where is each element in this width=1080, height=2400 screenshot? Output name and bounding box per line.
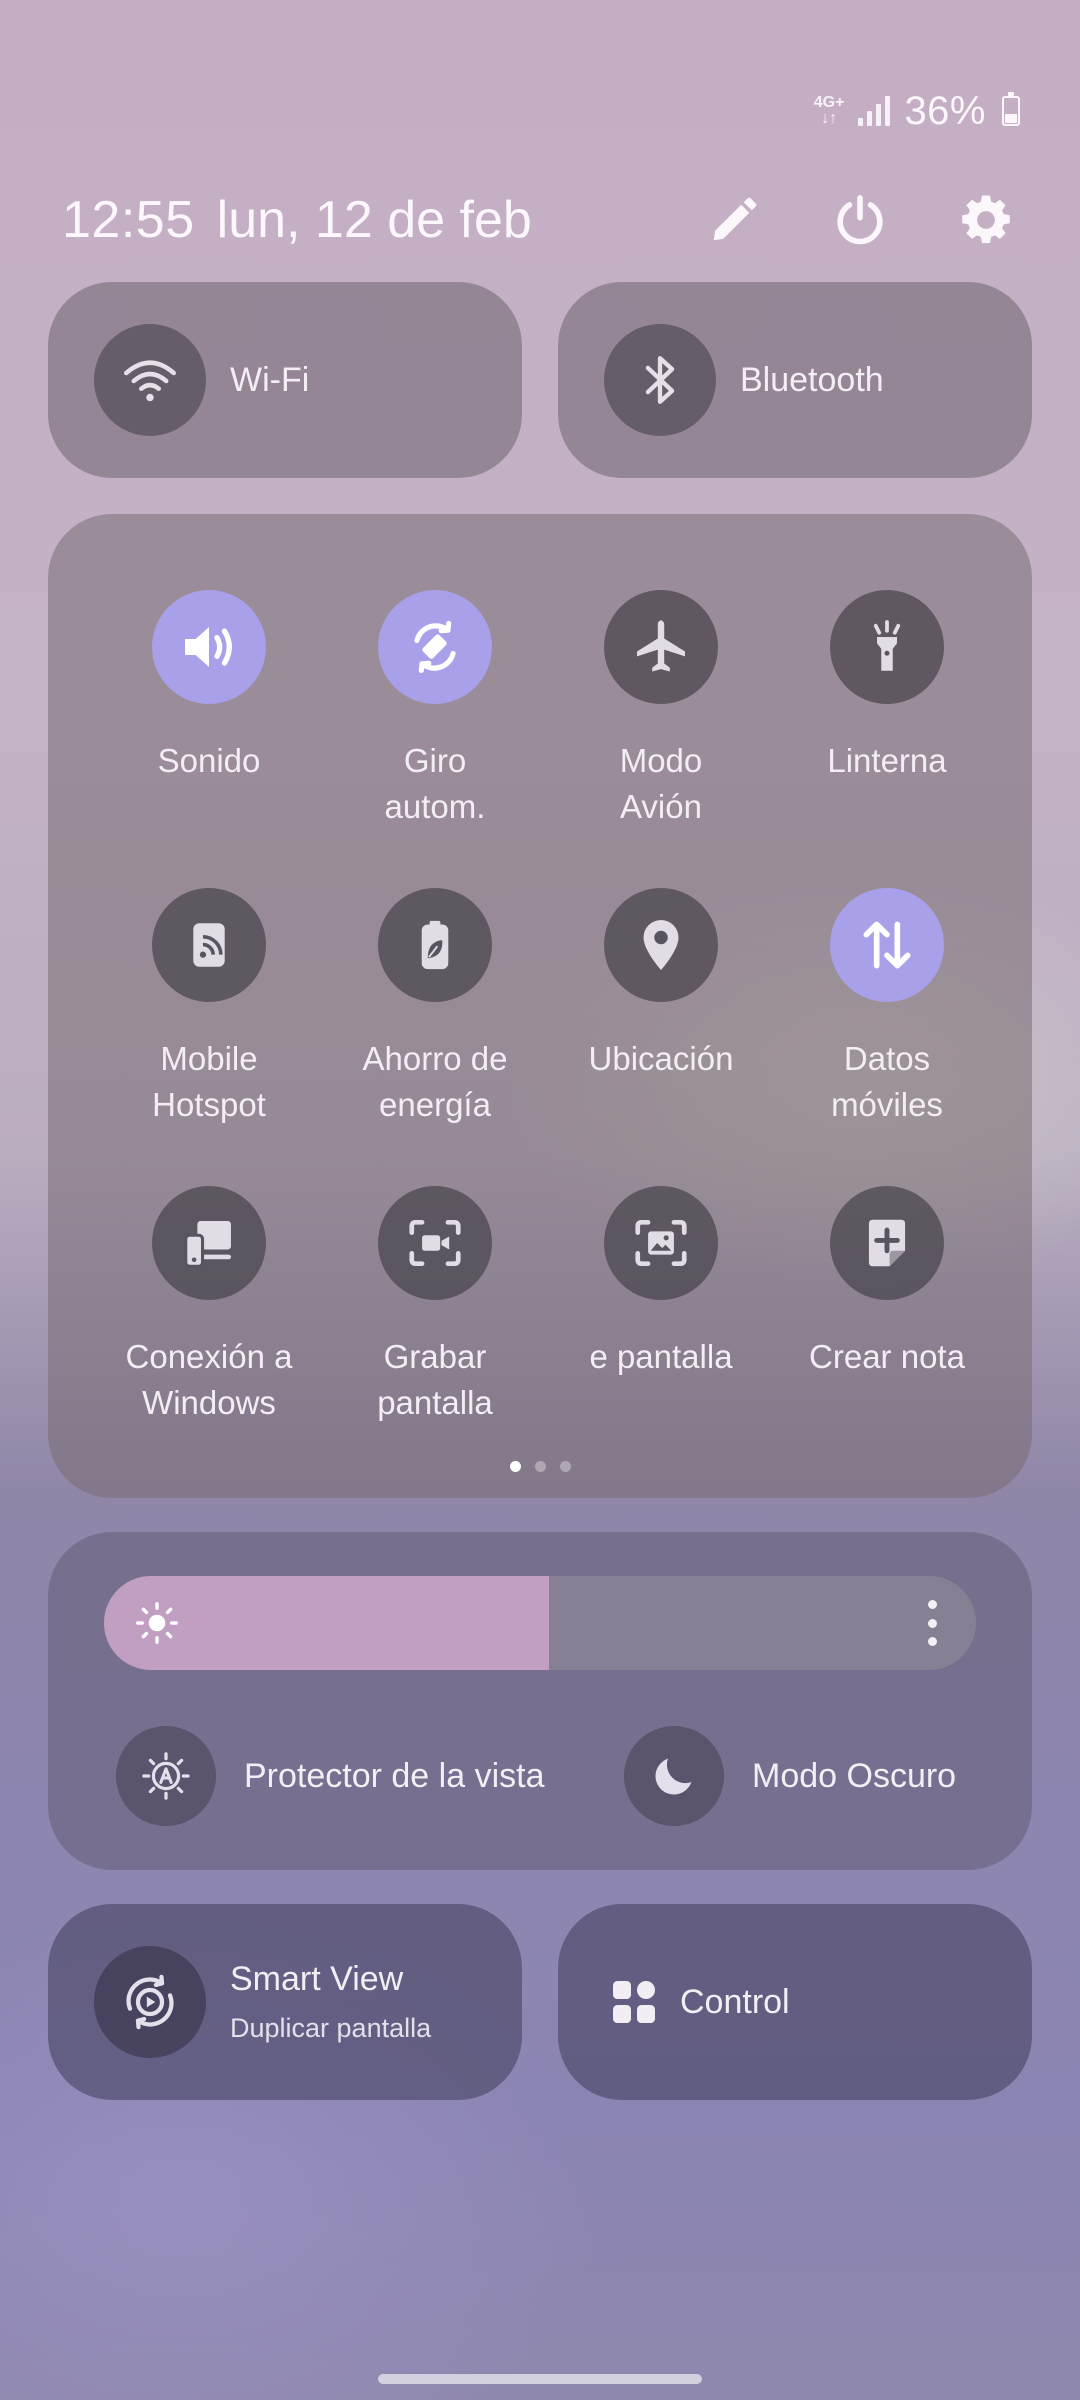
pencil-icon[interactable]: [702, 188, 766, 252]
dark-mode-label: Modo Oscuro: [752, 1756, 957, 1795]
qs-auto-rotate[interactable]: Giro autom.: [322, 590, 548, 830]
dark-mode-toggle[interactable]: Modo Oscuro: [624, 1726, 956, 1826]
qs-label: e pantalla: [589, 1338, 733, 1375]
gear-icon[interactable]: [954, 188, 1018, 252]
qs-airplane-mode[interactable]: Modo Avión: [548, 590, 774, 830]
qs-screenshot[interactable]: e pantalla: [548, 1186, 774, 1426]
bluetooth-icon: [604, 324, 716, 436]
qs-mobile-hotspot[interactable]: Mobile Hotspot: [96, 888, 322, 1128]
page-dot: [534, 1461, 546, 1472]
status-bar: 4G+ ↓↑ 36%: [814, 88, 1020, 134]
quick-settings-grid: Sonido Giro autom. Modo Avión Linterna M: [96, 590, 1000, 1426]
qs-create-note[interactable]: Crear nota: [774, 1186, 1000, 1426]
bluetooth-tile[interactable]: Bluetooth: [558, 282, 1032, 478]
header-actions: [702, 188, 1018, 252]
smart-view-icon: [94, 1946, 206, 2058]
auto-rotate-icon[interactable]: [378, 590, 492, 704]
qs-label: Giro autom.: [384, 742, 486, 825]
moon-icon: [624, 1726, 724, 1826]
network-arrows: ↓↑: [821, 110, 838, 127]
network-type-indicator: 4G+ ↓↑: [814, 95, 845, 127]
link-windows-icon[interactable]: [152, 1186, 266, 1300]
brightness-slider[interactable]: [104, 1576, 976, 1670]
qs-label: Crear nota: [809, 1338, 965, 1375]
page-indicator[interactable]: [48, 1461, 1032, 1472]
wifi-icon: [94, 324, 206, 436]
wifi-tile[interactable]: Wi-Fi: [48, 282, 522, 478]
qs-location[interactable]: Ubicación: [548, 888, 774, 1128]
battery-icon: [1002, 92, 1020, 126]
qs-label: Linterna: [827, 742, 947, 779]
eye-comfort-icon: [116, 1726, 216, 1826]
page-dot: [509, 1461, 521, 1472]
hotspot-icon[interactable]: [152, 888, 266, 1002]
date[interactable]: lun, 12 de feb: [217, 190, 532, 250]
qs-flashlight[interactable]: Linterna: [774, 590, 1000, 830]
network-type-label: 4G+: [813, 94, 845, 111]
page-dot: [559, 1461, 571, 1472]
qs-label: Mobile Hotspot: [152, 1040, 266, 1123]
qs-label: Conexión a Windows: [125, 1338, 293, 1421]
screen-record-icon[interactable]: [378, 1186, 492, 1300]
qs-link-to-windows[interactable]: Conexión a Windows: [96, 1186, 322, 1426]
eye-comfort-label: Protector de la vista: [244, 1756, 545, 1795]
brightness-panel: Protector de la vista Modo Oscuro: [48, 1532, 1032, 1870]
device-control-tile[interactable]: Control: [558, 1904, 1032, 2100]
eye-comfort-toggle[interactable]: Protector de la vista: [116, 1726, 544, 1826]
flashlight-icon[interactable]: [830, 590, 944, 704]
speaker-icon[interactable]: [152, 590, 266, 704]
qs-sound[interactable]: Sonido: [96, 590, 322, 830]
signal-strength-icon: [858, 96, 891, 126]
battery-leaf-icon[interactable]: [378, 888, 492, 1002]
clock[interactable]: 12:55: [62, 190, 195, 250]
smart-view-text: Smart View Duplicar pantalla: [230, 1960, 431, 2044]
bluetooth-label: Bluetooth: [740, 360, 884, 399]
sun-icon: [134, 1600, 180, 1646]
battery-percent: 36%: [904, 88, 986, 133]
qs-label: Modo Avión: [619, 742, 703, 825]
qs-label: Datos móviles: [831, 1040, 943, 1123]
wifi-label: Wi-Fi: [230, 360, 310, 399]
device-control-label: Control: [680, 1982, 790, 2021]
power-icon[interactable]: [828, 188, 892, 252]
qs-screen-recorder[interactable]: Grabar pantalla: [322, 1186, 548, 1426]
smart-view-tile[interactable]: Smart View Duplicar pantalla: [48, 1904, 522, 2100]
qs-label: Ubicación: [588, 1040, 734, 1077]
qs-label: Ahorro de energía: [362, 1040, 508, 1123]
location-pin-icon[interactable]: [604, 888, 718, 1002]
quick-panel-header: 12:55 lun, 12 de feb: [62, 184, 1018, 256]
four-squares-icon: [610, 1978, 658, 2026]
create-note-icon[interactable]: [830, 1186, 944, 1300]
smart-view-title: Smart View: [230, 1960, 404, 1998]
mobile-data-icon[interactable]: [830, 888, 944, 1002]
smart-view-subtitle: Duplicar pantalla: [230, 2013, 432, 2043]
qs-label: Sonido: [157, 742, 261, 779]
qs-label: Grabar pantalla: [377, 1338, 493, 1421]
home-indicator[interactable]: [378, 2374, 702, 2384]
quick-settings-panel: Sonido Giro autom. Modo Avión Linterna M: [48, 514, 1032, 1498]
more-vertical-icon[interactable]: [924, 1600, 940, 1646]
screenshot-icon[interactable]: [604, 1186, 718, 1300]
qs-mobile-data[interactable]: Datos móviles: [774, 888, 1000, 1128]
qs-power-saving[interactable]: Ahorro de energía: [322, 888, 548, 1128]
airplane-icon[interactable]: [604, 590, 718, 704]
